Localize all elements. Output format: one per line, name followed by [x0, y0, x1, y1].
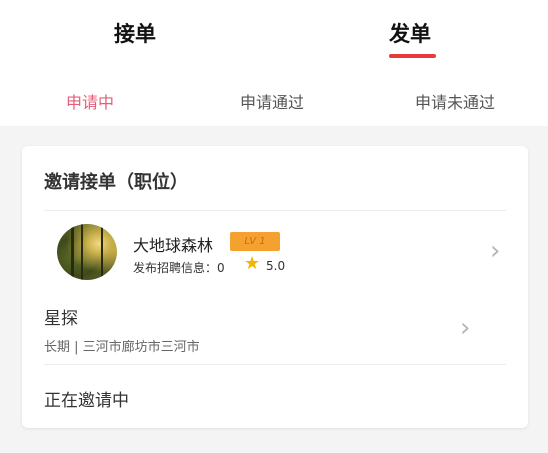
star-icon: ★ — [244, 253, 261, 274]
avatar — [57, 224, 117, 280]
chevron-right-icon[interactable]: › — [460, 315, 470, 341]
invite-card: 邀请接单（职位） 大地球森林 LV 1 发布招聘信息：0 ★ 5.0 › 星探 … — [22, 146, 528, 428]
card-title: 邀请接单（职位） — [44, 172, 188, 193]
header-area: 接单 发单 申请中 申请通过 申请未通过 — [0, 0, 548, 126]
level-badge: LV 1 — [230, 232, 280, 251]
job-row[interactable]: 星探 长期 | 三河市廊坊市三河市 — [44, 296, 506, 358]
subtab-applying[interactable]: 申请中 — [66, 89, 114, 113]
active-tab-indicator — [389, 54, 436, 58]
user-name: 大地球森林 — [133, 236, 214, 255]
subtab-approved[interactable]: 申请通过 — [240, 89, 304, 113]
rating-value: 5.0 — [266, 259, 286, 273]
recruit-info-count: 发布招聘信息：0 — [133, 261, 225, 275]
job-meta: 长期 | 三河市廊坊市三河市 — [44, 340, 200, 355]
tab-send-orders[interactable]: 发单 — [389, 18, 431, 48]
user-row[interactable]: 大地球森林 LV 1 发布招聘信息：0 ★ 5.0 › — [44, 220, 506, 284]
subtab-rejected[interactable]: 申请未通过 — [415, 89, 495, 113]
job-title: 星探 — [44, 309, 78, 329]
chevron-right-icon[interactable]: › — [490, 238, 500, 264]
main-tabs: 接单 发单 — [0, 0, 548, 70]
divider — [44, 364, 506, 365]
sub-tabs: 申请中 申请通过 申请未通过 — [0, 80, 548, 116]
invite-status: 正在邀请中 — [44, 391, 129, 411]
tab-receive-orders[interactable]: 接单 — [114, 18, 156, 48]
divider — [44, 210, 506, 211]
